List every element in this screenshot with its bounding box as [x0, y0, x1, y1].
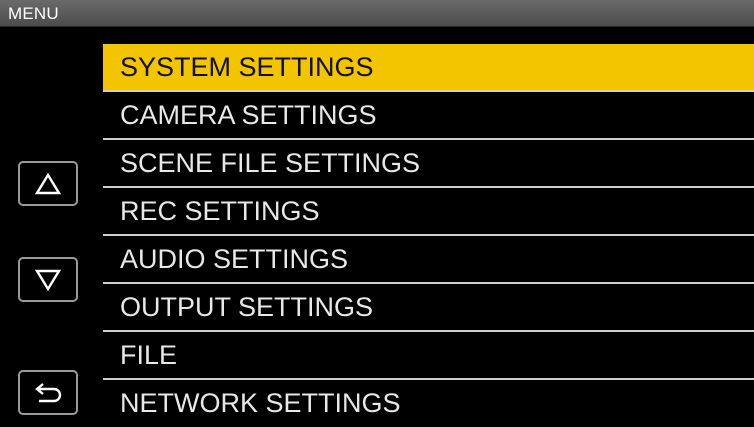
menu-divider: [103, 234, 754, 236]
title-bar: MENU: [0, 0, 754, 27]
menu-title: MENU: [8, 4, 59, 23]
back-button[interactable]: [18, 370, 78, 415]
menu-divider: [103, 186, 754, 188]
menu-item-system-settings[interactable]: SYSTEM SETTINGS: [103, 44, 754, 91]
menu-divider: [103, 90, 754, 92]
menu-item-file[interactable]: FILE: [103, 332, 754, 379]
menu-item-camera-settings[interactable]: CAMERA SETTINGS: [103, 92, 754, 139]
sidebar: [0, 27, 103, 427]
menu-divider: [103, 138, 754, 140]
menu-divider: [103, 330, 754, 332]
up-button[interactable]: [18, 161, 78, 206]
menu-item-scene-file-settings[interactable]: SCENE FILE SETTINGS: [103, 140, 754, 187]
menu-item-rec-settings[interactable]: REC SETTINGS: [103, 188, 754, 235]
triangle-up-icon: [34, 172, 62, 194]
menu-item-output-settings[interactable]: OUTPUT SETTINGS: [103, 284, 754, 331]
menu-divider: [103, 378, 754, 380]
menu-item-network-settings[interactable]: NETWORK SETTINGS: [103, 380, 754, 427]
triangle-down-icon: [34, 269, 62, 291]
menu-item-audio-settings[interactable]: AUDIO SETTINGS: [103, 236, 754, 283]
down-button[interactable]: [18, 257, 78, 302]
menu-divider: [103, 282, 754, 284]
return-arrow-icon: [35, 382, 62, 402]
